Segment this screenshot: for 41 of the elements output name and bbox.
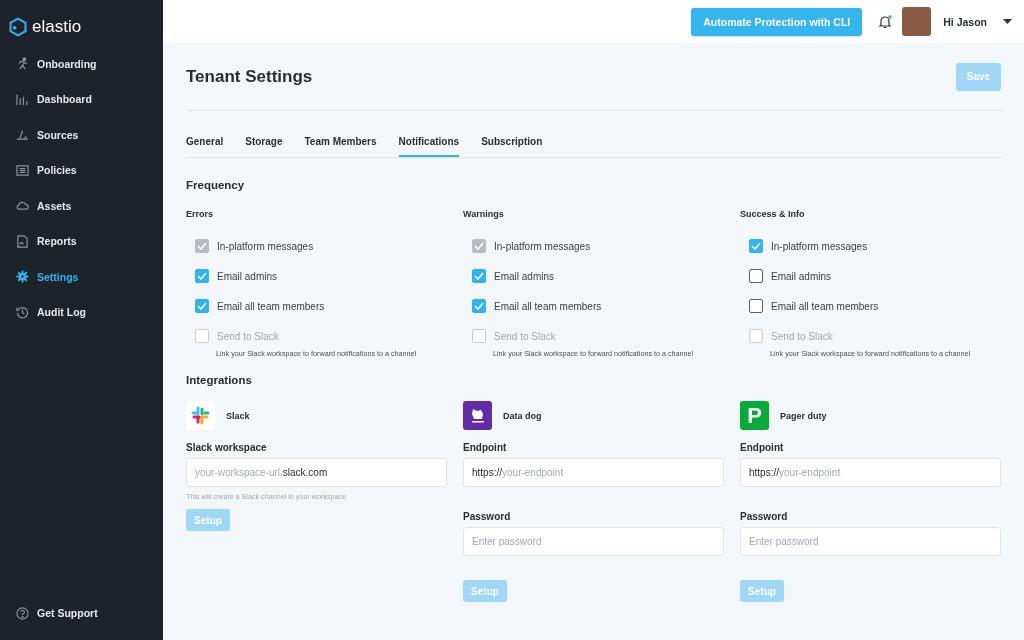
brand-name: elastio (32, 16, 82, 37)
field-label: Slack workspace (186, 442, 268, 453)
input-field[interactable]: your-workspace-url.slack.com (186, 458, 447, 487)
section-heading: Integrations (186, 374, 253, 386)
group-title: Errors (186, 209, 214, 219)
checkbox-label[interactable]: Email admins (771, 270, 832, 282)
checkbox-label[interactable]: Email all team members (494, 300, 602, 312)
nav-item[interactable]: Onboarding (0, 46, 163, 82)
page-title: Tenant Settings (186, 66, 313, 87)
nav-item[interactable]: Settings (0, 259, 163, 295)
integration-name: Pager duty (780, 410, 827, 421)
user-greeting[interactable]: Hi Jason (943, 15, 987, 28)
tab[interactable]: Subscription (481, 131, 543, 157)
tab[interactable]: Storage (245, 131, 283, 157)
group-title: Warnings (463, 209, 505, 219)
nav-item[interactable]: Policies (0, 152, 163, 188)
nav-item[interactable]: Dashboard (0, 81, 163, 117)
nav-item[interactable]: Assets (0, 188, 163, 224)
input-field[interactable]: https://your-endpoint (740, 458, 1001, 487)
integration-name: Data dog (503, 410, 542, 421)
field-label: Endpoint (463, 442, 508, 453)
field-label: Endpoint (740, 442, 785, 453)
get-support-link[interactable]: Get Support (0, 595, 163, 631)
tab[interactable]: Notifications (398, 131, 460, 157)
section-heading: Frequency (186, 179, 246, 191)
nav-item[interactable]: Sources (0, 117, 163, 153)
checkbox-label[interactable]: Email admins (494, 270, 555, 282)
checkbox-label[interactable]: Email all team members (217, 300, 325, 312)
integration-name: Slack (226, 410, 250, 421)
field-label: Password (463, 511, 512, 522)
pager-logo-icon: P (740, 401, 769, 430)
tab[interactable]: General (186, 131, 224, 157)
nav-item[interactable]: Audit Log (0, 294, 163, 330)
field-label: Password (740, 511, 789, 522)
checkbox-label[interactable]: In-platform messages (771, 240, 868, 252)
group-title: Success & Info (740, 209, 806, 219)
tab[interactable]: Team Members (304, 131, 377, 157)
nav-item[interactable]: Reports (0, 223, 163, 259)
input-field[interactable]: https://your-endpoint (463, 458, 724, 487)
checkbox-label[interactable]: Email admins (217, 270, 278, 282)
checkbox-label[interactable]: Email all team members (771, 300, 879, 312)
